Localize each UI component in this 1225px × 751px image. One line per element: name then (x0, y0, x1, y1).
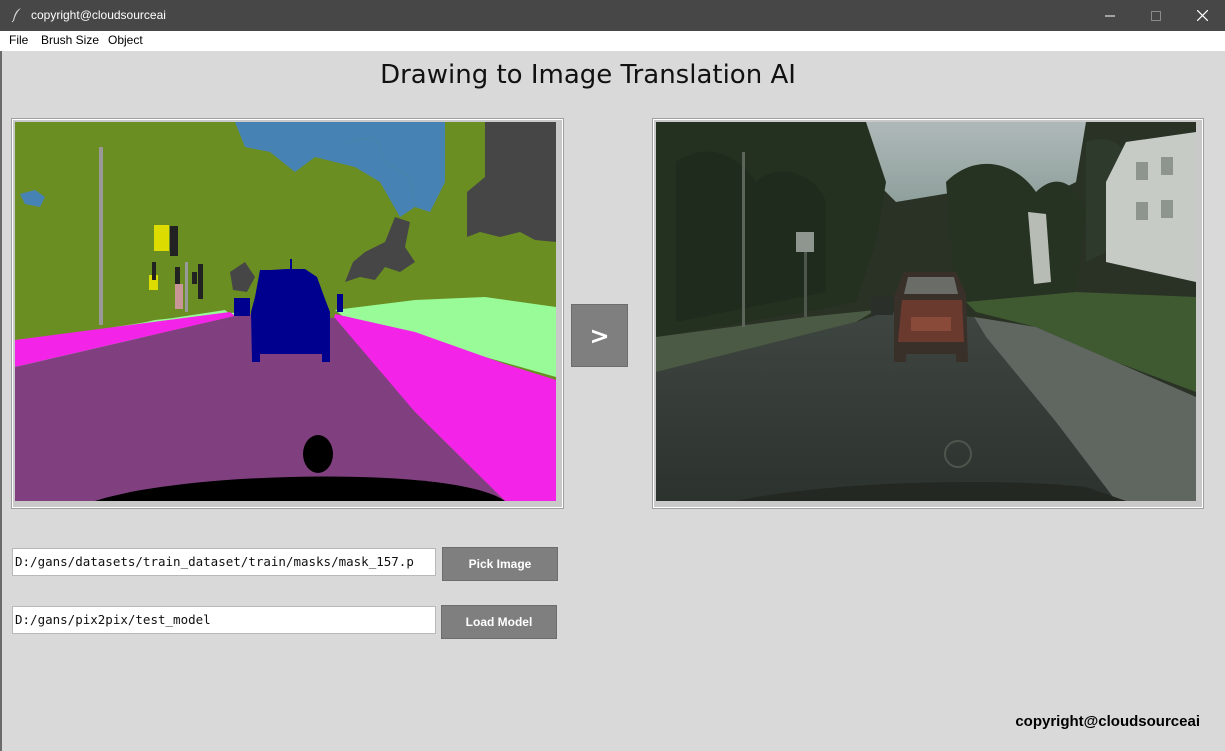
title-bar: copyright@cloudsourceai (0, 0, 1225, 31)
window-edge (0, 51, 2, 751)
page-title: Drawing to Image Translation AI (380, 60, 796, 90)
maximize-button[interactable] (1133, 0, 1179, 31)
translate-button[interactable]: > (571, 304, 628, 367)
menu-file[interactable]: File (9, 33, 28, 47)
close-button[interactable] (1179, 0, 1225, 31)
menu-object[interactable]: Object (108, 33, 143, 47)
segmentation-mask-image[interactable] (15, 122, 556, 501)
minimize-icon (1105, 15, 1115, 16)
drawing-canvas[interactable] (11, 118, 564, 509)
load-model-button[interactable]: Load Model (441, 605, 557, 639)
copyright-label: copyright@cloudsourceai (1015, 713, 1200, 730)
generated-photo-image (656, 122, 1196, 501)
feather-icon (11, 8, 21, 23)
maximize-icon (1151, 10, 1161, 21)
minimize-button[interactable] (1087, 0, 1133, 31)
model-path-field[interactable]: D:/gans/pix2pix/test_model (12, 606, 436, 634)
window-title: copyright@cloudsourceai (31, 8, 166, 22)
menu-brush-size[interactable]: Brush Size (41, 33, 99, 47)
pick-image-button[interactable]: Pick Image (442, 547, 558, 581)
output-panel (652, 118, 1204, 509)
menu-bar: File Brush Size Object (0, 31, 1225, 51)
image-path-field[interactable]: D:/gans/datasets/train_dataset/train/mas… (12, 548, 436, 576)
close-icon (1196, 10, 1208, 21)
